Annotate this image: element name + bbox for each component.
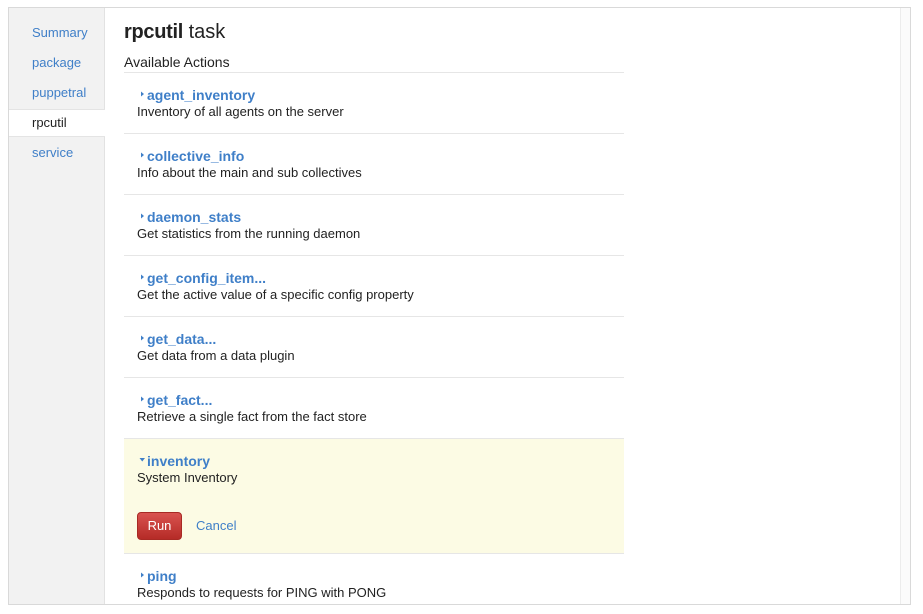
caret-right-icon <box>138 568 147 582</box>
title-suffix: task <box>188 21 226 43</box>
caret-down-icon <box>138 453 147 467</box>
app-frame: Summary package puppetral rpcutil servic… <box>8 7 911 605</box>
section-label: Available Actions <box>124 54 230 70</box>
action-toggle[interactable]: daemon_stats <box>138 208 241 226</box>
action-toggle[interactable]: ping <box>138 567 177 585</box>
action-name: get_data... <box>147 331 217 347</box>
sidebar-item-puppetral[interactable]: puppetral <box>9 79 104 107</box>
action-item: get_config_item... Get the active value … <box>124 255 624 316</box>
caret-right-icon <box>138 148 147 162</box>
action-name: ping <box>147 568 177 584</box>
cancel-link[interactable]: Cancel <box>196 518 236 533</box>
sidebar-item-rpcutil[interactable]: rpcutil <box>9 109 105 137</box>
action-description: Retrieve a single fact from the fact sto… <box>137 409 367 424</box>
action-description: Inventory of all agents on the server <box>137 104 344 119</box>
action-toggle[interactable]: inventory <box>138 452 210 470</box>
action-item: agent_inventory Inventory of all agents … <box>124 72 624 133</box>
agent-name: rpcutil <box>124 21 184 43</box>
action-item: get_fact... Retrieve a single fact from … <box>124 377 624 438</box>
actions-list: agent_inventory Inventory of all agents … <box>124 72 624 604</box>
action-name: collective_info <box>147 148 245 164</box>
sidebar-item-summary[interactable]: Summary <box>9 19 104 47</box>
action-name: daemon_stats <box>147 209 242 225</box>
caret-right-icon <box>138 209 147 223</box>
action-toggle[interactable]: get_data... <box>138 330 216 348</box>
action-toggle[interactable]: get_fact... <box>138 391 212 409</box>
action-description: Get the active value of a specific confi… <box>137 287 414 302</box>
main-content: rpcutil task Available Actions agent_inv… <box>105 8 910 604</box>
action-name: get_fact... <box>147 392 213 408</box>
caret-right-icon <box>138 87 147 101</box>
sidebar-item-service[interactable]: service <box>9 139 104 167</box>
action-description: System Inventory <box>137 470 238 485</box>
page-title: rpcutil task <box>124 21 225 44</box>
action-item: get_data... Get data from a data plugin <box>124 316 624 377</box>
action-item: collective_info Info about the main and … <box>124 133 624 194</box>
action-toggle[interactable]: get_config_item... <box>138 269 266 287</box>
caret-right-icon <box>138 270 147 284</box>
action-description: Info about the main and sub collectives <box>137 165 362 180</box>
action-description: Responds to requests for PING with PONG <box>137 585 387 600</box>
action-toggle[interactable]: agent_inventory <box>138 86 255 104</box>
caret-right-icon <box>138 331 147 345</box>
action-name: inventory <box>147 453 211 469</box>
sidebar: Summary package puppetral rpcutil servic… <box>9 8 105 604</box>
action-item-expanded: inventory System Inventory Run Cancel <box>124 438 624 554</box>
run-button[interactable]: Run <box>137 512 182 540</box>
action-item: daemon_stats Get statistics from the run… <box>124 194 624 255</box>
action-description: Get data from a data plugin <box>137 348 295 363</box>
action-name: agent_inventory <box>147 87 256 103</box>
caret-right-icon <box>138 392 147 406</box>
action-name: get_config_item... <box>147 270 267 286</box>
action-item: ping Responds to requests for PING with … <box>124 554 624 604</box>
action-toggle[interactable]: collective_info <box>138 147 244 165</box>
action-description: Get statistics from the running daemon <box>137 226 361 241</box>
vertical-scrollbar[interactable] <box>900 8 910 604</box>
sidebar-item-package[interactable]: package <box>9 49 104 77</box>
